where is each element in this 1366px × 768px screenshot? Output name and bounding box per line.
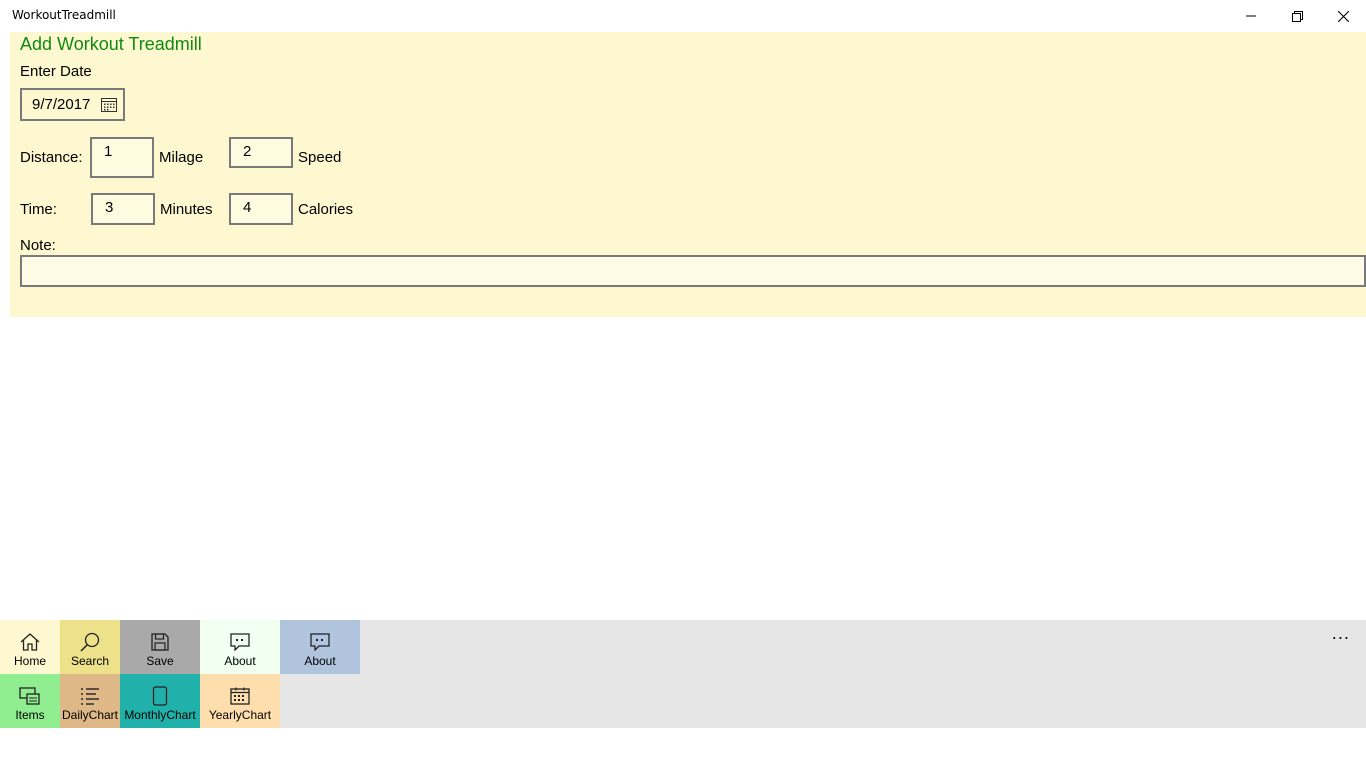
items-label: Items	[15, 708, 45, 722]
date-picker[interactable]: 9/7/2017	[20, 88, 125, 121]
command-bar: ... Home Search Save About About Items D…	[0, 620, 1366, 728]
note-label: Note:	[20, 237, 56, 254]
search-label: Search	[70, 654, 110, 668]
save-button[interactable]: Save	[120, 620, 200, 674]
time-label: Time:	[20, 201, 57, 218]
daily-chart-label: DailyChart	[61, 708, 118, 722]
note-input[interactable]	[20, 255, 1366, 287]
home-label: Home	[13, 654, 46, 668]
chat-icon	[230, 633, 250, 651]
about-button-1[interactable]: About	[200, 620, 280, 674]
minimize-icon	[1246, 15, 1256, 17]
date-label: Enter Date	[20, 63, 92, 80]
monthly-chart-button[interactable]: MonthlyChart	[120, 674, 200, 728]
calendar-icon	[230, 687, 250, 705]
mileage-label: Milage	[159, 149, 204, 166]
title-bar: WorkoutTreadmill	[0, 0, 1366, 32]
restore-button[interactable]	[1274, 0, 1320, 32]
about-label-1: About	[224, 654, 256, 668]
restore-icon	[1291, 10, 1303, 22]
home-button[interactable]: Home	[0, 620, 60, 674]
minutes-label: Minutes	[160, 201, 213, 218]
speed-input[interactable]: 2	[229, 137, 293, 168]
items-icon	[19, 687, 40, 705]
search-icon	[80, 632, 100, 652]
daily-chart-button[interactable]: DailyChart	[60, 674, 120, 728]
save-label: Save	[146, 654, 174, 668]
tablet-icon	[152, 686, 168, 706]
calendar-icon	[101, 98, 117, 112]
speed-label: Speed	[298, 149, 342, 166]
home-icon	[20, 633, 40, 651]
calories-input[interactable]: 4	[229, 193, 293, 225]
app-title: WorkoutTreadmill	[12, 8, 116, 22]
monthly-chart-label: MonthlyChart	[124, 708, 196, 722]
distance-label: Distance:	[20, 149, 83, 166]
save-icon	[151, 633, 169, 651]
calories-label: Calories	[298, 201, 354, 218]
about-button-2[interactable]: About	[280, 620, 360, 674]
time-input[interactable]: 3	[91, 193, 155, 225]
distance-input[interactable]: 1	[90, 137, 154, 178]
about-label-2: About	[304, 654, 336, 668]
close-button[interactable]	[1320, 0, 1366, 32]
list-icon	[81, 688, 99, 705]
workout-form-panel: Add Workout Treadmill Enter Date 9/7/201…	[10, 32, 1366, 317]
yearly-chart-button[interactable]: YearlyChart	[200, 674, 280, 728]
date-value: 9/7/2017	[32, 96, 91, 113]
yearly-chart-label: YearlyChart	[208, 708, 272, 722]
chat-icon	[310, 633, 330, 651]
items-button[interactable]: Items	[0, 674, 60, 728]
close-icon	[1337, 10, 1349, 22]
page-title: Add Workout Treadmill	[20, 34, 202, 54]
more-button[interactable]: ...	[1332, 624, 1350, 643]
search-button[interactable]: Search	[60, 620, 120, 674]
minimize-button[interactable]	[1228, 0, 1274, 32]
